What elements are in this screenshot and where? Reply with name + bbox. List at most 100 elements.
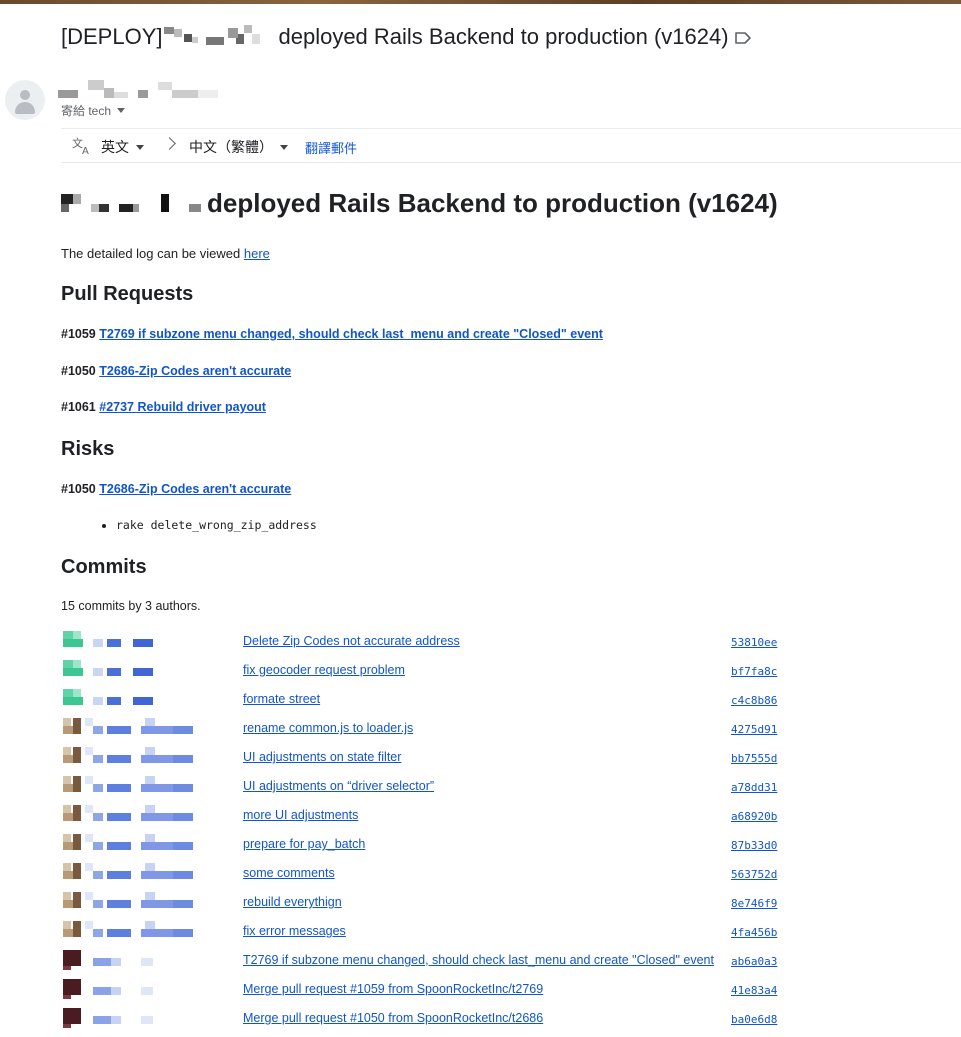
commit-row: more UI adjustments a68920b (61, 805, 791, 834)
redacted-author (61, 863, 241, 887)
source-language-label: 英文 (101, 139, 129, 155)
commit-message-link[interactable]: fix error messages (243, 924, 346, 938)
redacted-sender (58, 78, 218, 100)
pr-link[interactable]: T2686-Zip Codes aren't accurate (99, 364, 291, 378)
log-link[interactable]: here (244, 246, 270, 261)
pr-link[interactable]: T2769 if subzone menu changed, should ch… (99, 327, 603, 341)
translate-icon: 文 A (72, 136, 89, 155)
commit-row: Merge pull request #1059 from SpoonRocke… (61, 979, 791, 1008)
redacted-author (61, 950, 241, 974)
commit-sha-link[interactable]: 4fa456b (731, 926, 777, 939)
redacted-sender-name (164, 25, 273, 47)
redacted-author (61, 660, 241, 684)
redacted-author (61, 747, 241, 771)
commit-message-link[interactable]: Delete Zip Codes not accurate address (243, 634, 460, 648)
redacted-author (61, 631, 241, 655)
commit-message-link[interactable]: rename common.js to loader.js (243, 721, 413, 735)
commit-message-link[interactable]: more UI adjustments (243, 808, 358, 822)
commit-row: UI adjustments on state filter bb7555d (61, 747, 791, 776)
redacted-author (61, 979, 241, 1003)
pr-number: #1061 (61, 400, 96, 414)
commit-message-link[interactable]: UI adjustments on state filter (243, 750, 401, 764)
commit-sha-link[interactable]: c4c8b86 (731, 694, 777, 707)
window-top-border (0, 0, 961, 4)
commit-row: fix geocoder request problem bf7fa8c (61, 660, 791, 689)
risk-item: rake delete_wrong_zip_address (116, 518, 317, 532)
message-title-text: deployed Rails Backend to production (v1… (207, 188, 778, 218)
commit-sha-link[interactable]: 41e83a4 (731, 984, 777, 997)
pr-number: #1059 (61, 327, 96, 341)
pr-link[interactable]: #2737 Rebuild driver payout (99, 400, 266, 414)
redacted-author (61, 892, 241, 916)
risks-heading: Risks (61, 438, 115, 460)
commit-sha-link[interactable]: 4275d91 (731, 723, 777, 736)
commit-message-link[interactable]: some comments (243, 866, 335, 880)
pr-link[interactable]: T2686-Zip Codes aren't accurate (99, 482, 291, 496)
intro-line: The detailed log can be viewed here (61, 246, 270, 261)
commit-row: rename common.js to loader.js 4275d91 (61, 718, 791, 747)
commit-row: T2769 if subzone menu changed, should ch… (61, 950, 791, 979)
commit-message-link[interactable]: formate street (243, 692, 320, 706)
commit-sha-link[interactable]: ba0e6d8 (731, 1013, 777, 1026)
chevron-down-icon (136, 145, 144, 150)
recipient-dropdown[interactable]: 寄給 tech (61, 102, 126, 119)
commit-sha-link[interactable]: 87b33d0 (731, 839, 777, 852)
commit-message-link[interactable]: T2769 if subzone menu changed, should ch… (243, 953, 714, 967)
commit-message-link[interactable]: Merge pull request #1059 from SpoonRocke… (243, 982, 543, 996)
redacted-author (61, 1008, 241, 1032)
pull-request-item: #1059 T2769 if subzone menu changed, sho… (61, 327, 603, 341)
commit-row: formate street c4c8b86 (61, 689, 791, 718)
commit-row: Delete Zip Codes not accurate address 538… (61, 631, 791, 660)
pr-number: #1050 (61, 482, 96, 496)
source-language-select[interactable]: 英文 (101, 137, 144, 157)
commits-heading: Commits (61, 556, 147, 578)
commit-sha-link[interactable]: 53810ee (731, 636, 777, 649)
commits-summary: 15 commits by 3 authors. (61, 599, 201, 613)
commit-sha-link[interactable]: 563752d (731, 868, 777, 881)
commit-row: fix error messages 4fa456b (61, 921, 791, 950)
translate-bar: 文 A 英文 中文（繁體） 翻譯郵件 (61, 128, 961, 163)
commit-sha-link[interactable]: 8e746f9 (731, 897, 777, 910)
redacted-author (61, 921, 241, 945)
arrow-right-icon (163, 137, 176, 150)
pull-requests-heading: Pull Requests (61, 283, 194, 305)
commit-sha-link[interactable]: a68920b (731, 810, 777, 823)
redacted-author (61, 776, 241, 800)
commit-message-link[interactable]: prepare for pay_batch (243, 837, 365, 851)
commit-row: some comments 563752d (61, 863, 791, 892)
subject-text: deployed Rails Backend to production (v1… (278, 24, 729, 49)
commit-sha-link[interactable]: a78dd31 (731, 781, 777, 794)
commit-row: Merge pull request #1050 from SpoonRocke… (61, 1008, 791, 1037)
message-title: deployed Rails Backend to production (v1… (61, 188, 778, 219)
risk-list: rake delete_wrong_zip_address (100, 518, 317, 532)
commit-sha-link[interactable]: ab6a0a3 (731, 955, 777, 968)
risk-pull-request: #1050 T2686-Zip Codes aren't accurate (61, 482, 291, 496)
commit-row: prepare for pay_batch 87b33d0 (61, 834, 791, 863)
commit-row: UI adjustments on “driver selector” a78dd… (61, 776, 791, 805)
commit-message-link[interactable]: fix geocoder request problem (243, 663, 405, 677)
commit-sha-link[interactable]: bb7555d (731, 752, 777, 765)
label-important-icon[interactable] (734, 30, 752, 46)
redacted-sender-name (61, 190, 201, 216)
commit-sha-link[interactable]: bf7fa8c (731, 665, 777, 678)
target-language-select[interactable]: 中文（繁體） (189, 137, 288, 157)
pull-request-item: #1050 T2686-Zip Codes aren't accurate (61, 364, 291, 378)
redacted-author (61, 805, 241, 829)
translate-message-link[interactable]: 翻譯郵件 (305, 138, 357, 157)
pr-number: #1050 (61, 364, 96, 378)
email-subject: [DEPLOY] deployed Rails Backend to produc… (61, 24, 729, 50)
redacted-author (61, 834, 241, 858)
redacted-author (61, 689, 241, 713)
svg-text:A: A (82, 146, 89, 155)
subject-prefix: [DEPLOY] (61, 24, 163, 49)
target-language-label: 中文（繁體） (189, 139, 273, 155)
redacted-author (61, 718, 241, 742)
chevron-down-icon (280, 145, 288, 150)
pull-request-item: #1061 #2737 Rebuild driver payout (61, 400, 266, 414)
sender-avatar[interactable] (5, 80, 45, 120)
chevron-down-icon (117, 108, 126, 113)
commit-message-link[interactable]: UI adjustments on “driver selector” (243, 779, 434, 793)
commit-message-link[interactable]: rebuild everythign (243, 895, 342, 909)
intro-text: The detailed log can be viewed (61, 246, 244, 261)
commit-message-link[interactable]: Merge pull request #1050 from SpoonRocke… (243, 1011, 543, 1025)
